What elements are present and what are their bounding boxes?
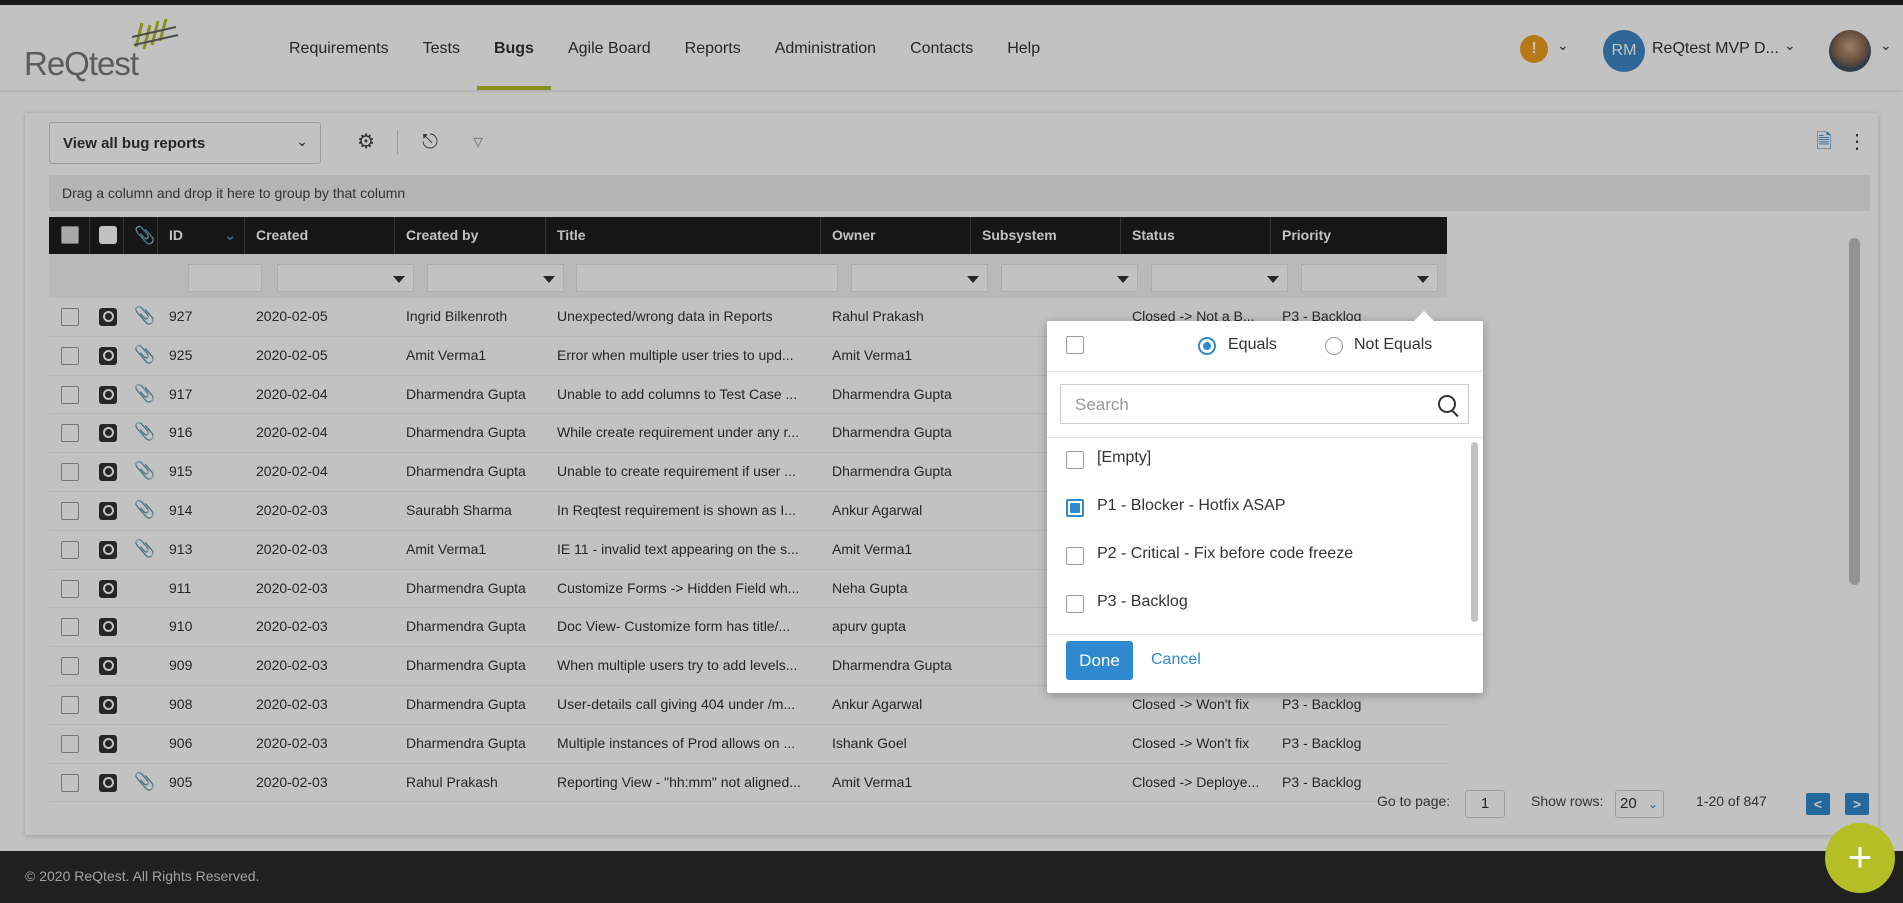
option-checkbox[interactable] xyxy=(1066,451,1084,469)
option-checkbox[interactable] xyxy=(1066,499,1084,517)
option-list-scrollbar[interactable] xyxy=(1471,442,1478,622)
option-label: P3 - Backlog xyxy=(1097,593,1188,610)
equals-radio[interactable] xyxy=(1198,337,1216,355)
equals-label[interactable]: Equals xyxy=(1228,336,1277,354)
not-equals-radio[interactable] xyxy=(1325,337,1343,355)
modal-overlay[interactable] xyxy=(0,0,1903,903)
option-label: P2 - Critical - Fix before code freeze xyxy=(1097,545,1354,562)
select-all-options-checkbox[interactable] xyxy=(1066,336,1084,354)
option-search xyxy=(1060,384,1469,424)
option-label: [Empty] xyxy=(1097,449,1152,466)
priority-filter-popup: Equals Not Equals [Empty] P1 - Blocker -… xyxy=(1047,311,1483,693)
search-icon[interactable] xyxy=(1438,395,1456,413)
cancel-button[interactable]: Cancel xyxy=(1151,651,1201,669)
option-p2[interactable]: P2 - Critical - Fix before code freeze xyxy=(1047,536,1467,576)
option-p1[interactable]: P1 - Blocker - Hotfix ASAP xyxy=(1047,488,1467,528)
option-empty[interactable]: [Empty] xyxy=(1047,440,1467,480)
not-equals-label[interactable]: Not Equals xyxy=(1354,336,1432,354)
option-label: P1 - Blocker - Hotfix ASAP xyxy=(1097,497,1286,514)
option-list: [Empty] P1 - Blocker - Hotfix ASAP P2 - … xyxy=(1047,437,1483,635)
option-checkbox[interactable] xyxy=(1066,547,1084,565)
done-button[interactable]: Done xyxy=(1066,641,1133,680)
option-search-input[interactable] xyxy=(1073,394,1417,416)
option-checkbox[interactable] xyxy=(1066,595,1084,613)
filter-mode-bar: Equals Not Equals xyxy=(1047,321,1483,372)
option-p3[interactable]: P3 - Backlog xyxy=(1047,584,1467,624)
add-icon[interactable]: + xyxy=(1825,823,1895,893)
